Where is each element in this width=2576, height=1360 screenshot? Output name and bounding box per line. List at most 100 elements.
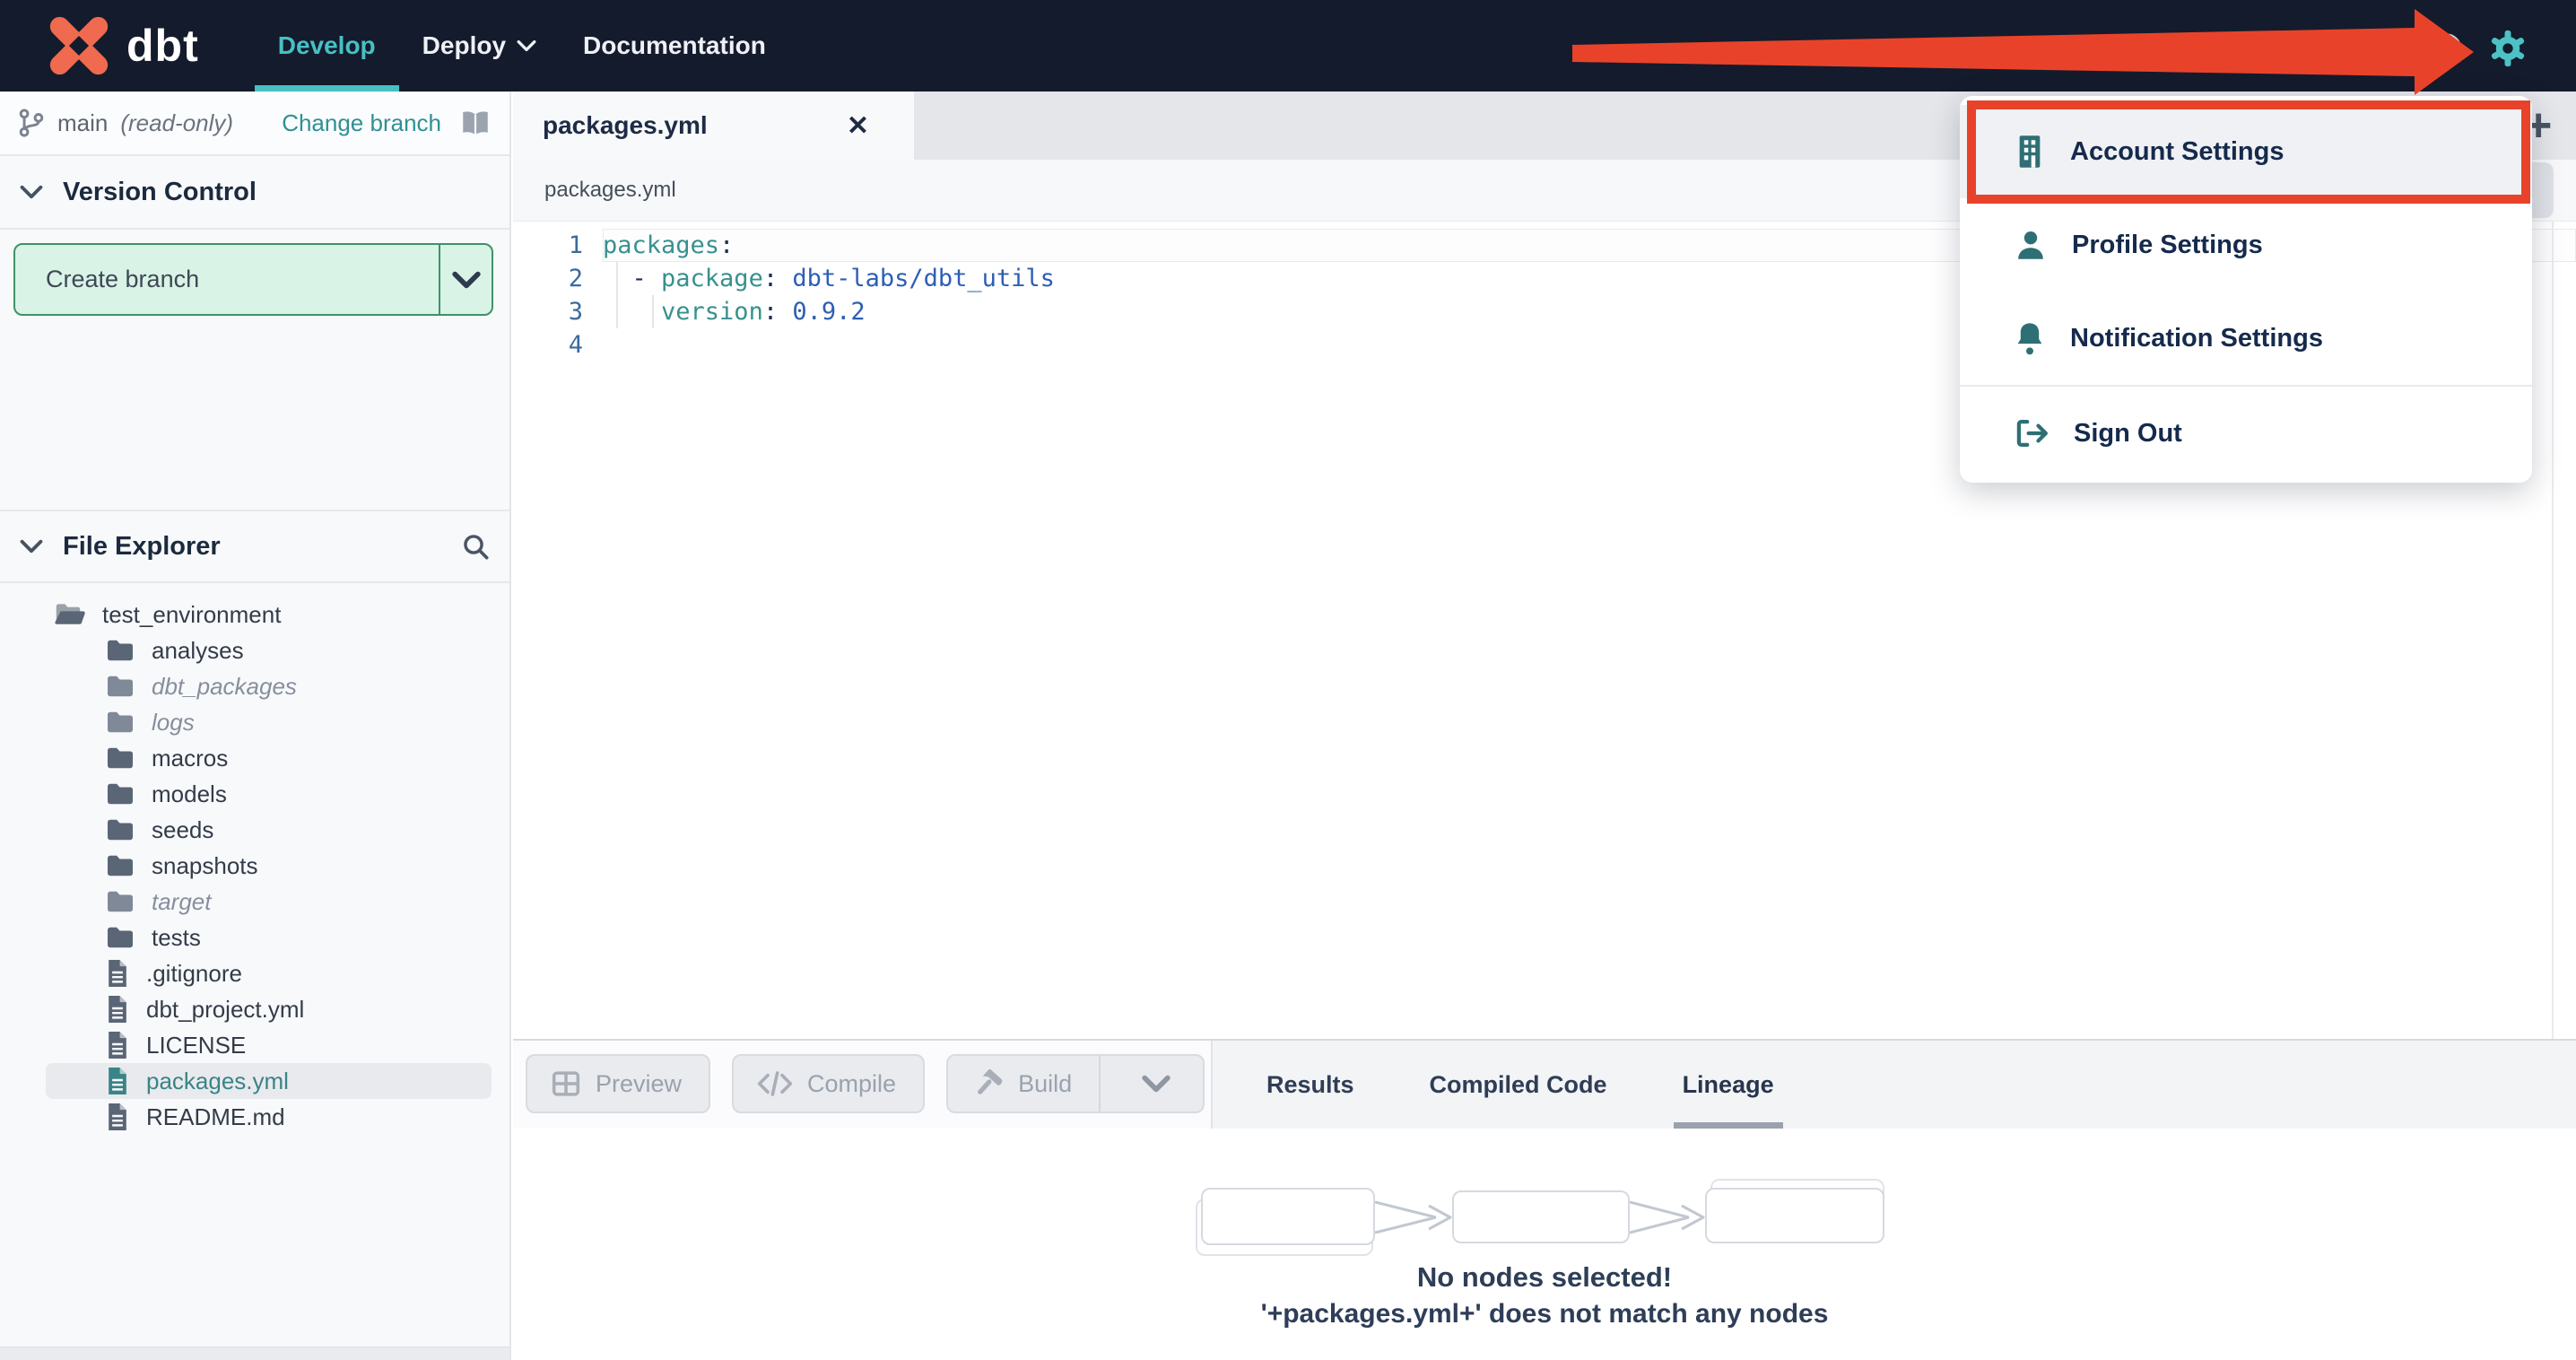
folder-icon bbox=[105, 817, 135, 842]
chevron-down-icon bbox=[20, 539, 43, 554]
settings-dropdown-menu: Account Settings Profile Settings Notifica… bbox=[1960, 96, 2532, 483]
folder-open-icon bbox=[54, 602, 86, 627]
editor-breadcrumb: packages.yml bbox=[544, 178, 676, 202]
lineage-node bbox=[1452, 1190, 1630, 1243]
tree-item-label: README.md bbox=[146, 1103, 285, 1130]
compile-button[interactable]: Compile bbox=[732, 1054, 926, 1113]
file-explorer-header[interactable]: File Explorer bbox=[0, 510, 509, 583]
grid-icon bbox=[551, 1068, 581, 1099]
menu-item-label: Notification Settings bbox=[2070, 323, 2323, 353]
button-label: Build bbox=[1018, 1069, 1073, 1097]
tree-item-label: macros bbox=[152, 744, 229, 772]
tree-item-target[interactable]: target bbox=[0, 884, 509, 920]
tree-item-label: LICENSE bbox=[146, 1031, 247, 1059]
building-icon bbox=[2015, 134, 2045, 170]
main-nav: Develop Deploy Documentation bbox=[254, 0, 789, 92]
account-folder-icon bbox=[2090, 36, 2120, 61]
menu-item-label: Profile Settings bbox=[2072, 230, 2263, 259]
close-tab-icon[interactable]: ✕ bbox=[847, 110, 869, 142]
tree-item-label: .gitignore bbox=[146, 959, 242, 987]
nav-item-label: Deploy bbox=[422, 31, 507, 59]
tree-item-analyses[interactable]: analyses bbox=[0, 632, 509, 668]
tree-item-seeds[interactable]: seeds bbox=[0, 812, 509, 848]
folder-icon bbox=[105, 853, 135, 878]
tree-item-dbt_packages[interactable]: dbt_packages bbox=[0, 668, 509, 704]
dbt-cloud-ide: dbt Develop Deploy Documentation dbt Labs … bbox=[0, 0, 2576, 1360]
create-branch-label: Create branch bbox=[46, 266, 200, 292]
tree-item-README.md[interactable]: README.md bbox=[0, 1099, 509, 1135]
nav-item-label: Documentation bbox=[583, 31, 766, 59]
lineage-node bbox=[1201, 1188, 1375, 1245]
branch-bar: main (read-only) Change branch bbox=[0, 92, 509, 156]
preview-button[interactable]: Preview bbox=[526, 1054, 711, 1113]
account-context-breadcrumb[interactable]: dbt Labs / Analytics bbox=[2137, 34, 2364, 62]
tree-item-LICENSE[interactable]: LICENSE bbox=[0, 1027, 509, 1063]
change-branch-link[interactable]: Change branch bbox=[282, 109, 441, 137]
help-icon[interactable]: ? bbox=[2429, 32, 2463, 66]
tree-item-label: logs bbox=[152, 708, 195, 736]
nav-item-develop[interactable]: Develop bbox=[254, 0, 399, 92]
create-branch-button[interactable]: Create branch bbox=[13, 243, 493, 316]
indent-guide bbox=[616, 262, 618, 328]
book-icon[interactable] bbox=[459, 109, 492, 136]
folder-icon bbox=[105, 889, 135, 914]
line-number: 4 bbox=[568, 331, 583, 359]
version-control-header[interactable]: Version Control bbox=[0, 156, 509, 230]
dbt-logo-icon bbox=[44, 11, 114, 81]
menu-item-account-settings[interactable]: Account Settings bbox=[1960, 105, 2532, 198]
chevron-down-icon bbox=[20, 185, 43, 199]
folder-icon bbox=[105, 674, 135, 699]
menu-item-sign-out[interactable]: Sign Out bbox=[1960, 387, 2532, 480]
tree-item-packages.yml[interactable]: packages.yml bbox=[0, 1063, 509, 1099]
tree-item-macros[interactable]: macros bbox=[0, 740, 509, 776]
gear-icon[interactable] bbox=[2488, 29, 2528, 68]
tree-item-logs[interactable]: logs bbox=[0, 704, 509, 740]
lineage-node bbox=[1705, 1188, 1884, 1243]
tree-item-label: analyses bbox=[152, 636, 244, 664]
build-button[interactable]: Build bbox=[946, 1054, 1205, 1113]
nav-item-deploy[interactable]: Deploy bbox=[399, 0, 560, 92]
file-icon bbox=[105, 1102, 130, 1132]
tree-item-snapshots[interactable]: snapshots bbox=[0, 848, 509, 884]
menu-item-label: Account Settings bbox=[2070, 136, 2284, 166]
menu-item-notification-settings[interactable]: Notification Settings bbox=[1960, 292, 2532, 385]
branch-mode: (read-only) bbox=[120, 109, 234, 136]
sidebar-bottom-strip bbox=[0, 1347, 509, 1360]
folder-icon bbox=[105, 710, 135, 735]
branch-name: main bbox=[57, 109, 109, 136]
tree-item-tests[interactable]: tests bbox=[0, 920, 509, 955]
tree-item-.gitignore[interactable]: .gitignore bbox=[0, 955, 509, 991]
tab-results[interactable]: Results bbox=[1258, 1041, 1363, 1129]
button-label: Compile bbox=[807, 1069, 897, 1097]
nav-item-documentation[interactable]: Documentation bbox=[560, 0, 789, 92]
button-label: Preview bbox=[596, 1069, 683, 1097]
result-tabs: Results Compiled Code Lineage bbox=[1258, 1041, 1783, 1129]
tree-item-test_environment[interactable]: test_environment bbox=[0, 597, 509, 632]
tree-item-models[interactable]: models bbox=[0, 776, 509, 812]
chevron-down-icon[interactable] bbox=[440, 245, 492, 314]
build-options-chevron-icon[interactable] bbox=[1124, 1075, 1188, 1093]
bell-icon bbox=[2015, 320, 2045, 356]
search-icon[interactable] bbox=[461, 532, 490, 561]
tree-item-dbt_project.yml[interactable]: dbt_project.yml bbox=[0, 991, 509, 1027]
folder-icon bbox=[105, 925, 135, 950]
tab-compiled-code[interactable]: Compiled Code bbox=[1421, 1041, 1616, 1129]
dbt-logo[interactable]: dbt bbox=[44, 11, 199, 81]
chevron-down-icon bbox=[517, 39, 536, 52]
folder-icon bbox=[105, 781, 135, 806]
tree-item-label: tests bbox=[152, 923, 201, 951]
tab-packages-yml[interactable]: packages.yml ✕ bbox=[513, 92, 914, 160]
svg-text:?: ? bbox=[2440, 39, 2451, 61]
sign-out-icon bbox=[2015, 418, 2049, 449]
menu-item-profile-settings[interactable]: Profile Settings bbox=[1960, 198, 2532, 292]
git-branch-icon bbox=[18, 108, 45, 138]
folder-icon bbox=[105, 638, 135, 663]
file-icon bbox=[105, 958, 130, 989]
folder-icon bbox=[105, 745, 135, 771]
tab-lineage[interactable]: Lineage bbox=[1673, 1041, 1783, 1129]
lineage-empty-message: '+packages.yml+' does not match any node… bbox=[1260, 1299, 1829, 1329]
lineage-arrow bbox=[1375, 1200, 1452, 1234]
tree-item-label: dbt_packages bbox=[152, 672, 297, 700]
dbt-logo-text: dbt bbox=[126, 21, 199, 71]
tree-item-label: packages.yml bbox=[146, 1067, 289, 1094]
